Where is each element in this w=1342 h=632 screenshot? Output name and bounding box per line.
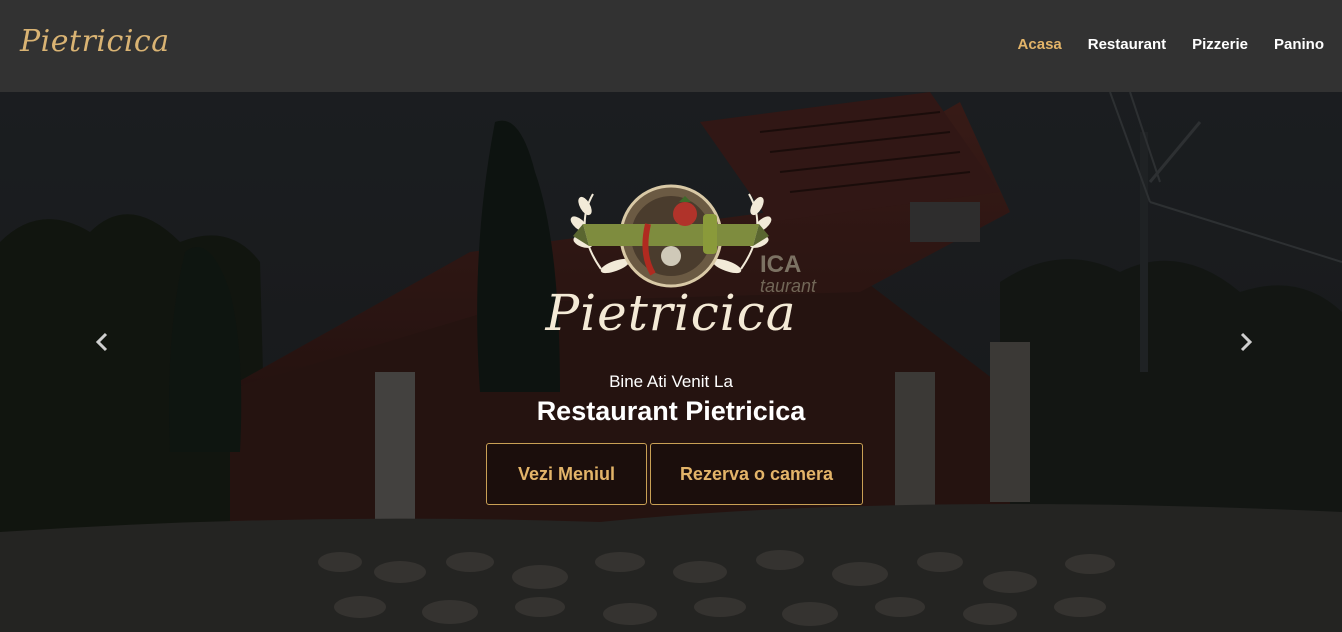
nav-item-acasa[interactable]: Acasa bbox=[1018, 36, 1062, 53]
nav-item-restaurant[interactable]: Restaurant bbox=[1088, 36, 1166, 53]
main-nav: Acasa Restaurant Pizzerie Panino bbox=[1018, 36, 1324, 53]
chevron-right-icon[interactable] bbox=[1236, 330, 1256, 354]
chevron-left-icon[interactable] bbox=[92, 330, 112, 354]
brand-logo[interactable]: Pietricica bbox=[20, 24, 170, 59]
hero-carousel: ICA taurant Pietricica Bine Ati Venit La… bbox=[0, 92, 1342, 632]
hero-title: Restaurant Pietricica bbox=[536, 396, 806, 426]
nav-item-pizzerie[interactable]: Pizzerie bbox=[1192, 36, 1248, 53]
restaurant-logo: Pietricica bbox=[543, 184, 799, 354]
hero-dark-overlay bbox=[0, 92, 1342, 632]
logo-wordmark: Pietricica bbox=[545, 284, 797, 342]
view-menu-button[interactable]: Vezi Meniul bbox=[486, 443, 647, 505]
book-room-button[interactable]: Rezerva o camera bbox=[650, 443, 863, 505]
top-navbar: Pietricica Acasa Restaurant Pizzerie Pan… bbox=[0, 0, 1342, 92]
logo-emblem-icon bbox=[570, 184, 772, 288]
welcome-text: Bine Ati Venit La bbox=[609, 372, 733, 391]
nav-item-panino[interactable]: Panino bbox=[1274, 36, 1324, 53]
